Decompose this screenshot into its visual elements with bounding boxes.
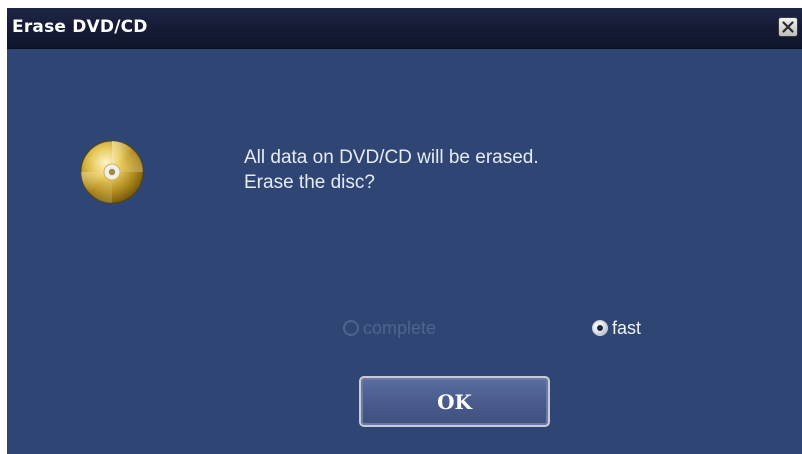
title-bar[interactable]: Erase DVD/CD: [7, 8, 802, 49]
close-icon: [782, 21, 794, 33]
erase-disc-dialog: Erase DVD/CD All data on DVD/CD will be …: [7, 8, 802, 454]
confirmation-message: All data on DVD/CD will be erased. Erase…: [244, 145, 539, 195]
close-button[interactable]: [778, 17, 798, 37]
complete-erase-radio[interactable]: complete: [343, 317, 436, 339]
radio-selected-icon: [592, 320, 608, 336]
message-line-2: Erase the disc?: [244, 172, 375, 193]
window-title: Erase DVD/CD: [12, 17, 148, 37]
ok-button[interactable]: OK: [359, 376, 550, 427]
fast-erase-radio[interactable]: fast: [592, 317, 641, 339]
disc-icon: [80, 140, 144, 204]
message-line-1: All data on DVD/CD will be erased.: [244, 147, 539, 168]
complete-erase-label: complete: [363, 317, 437, 338]
fast-erase-label: fast: [612, 317, 642, 338]
radio-unselected-icon: [343, 320, 359, 336]
